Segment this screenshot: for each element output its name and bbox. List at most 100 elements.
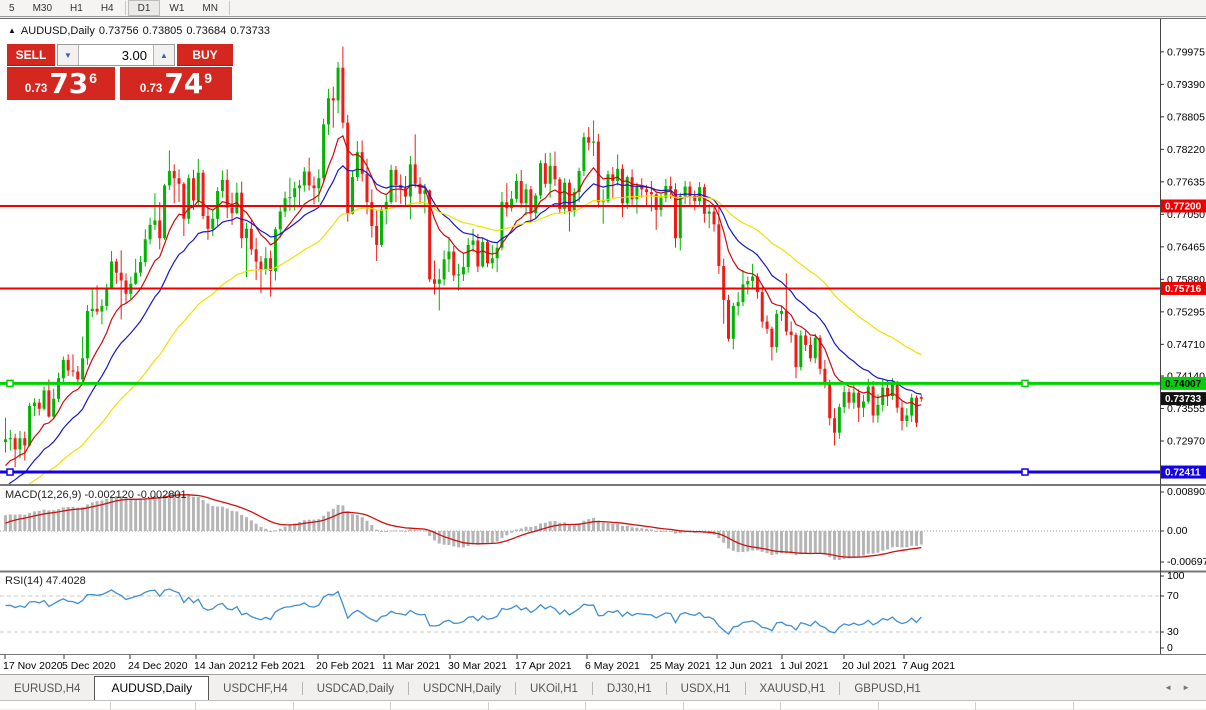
macd-signal-line [5,494,922,558]
svg-text:25 May 2021: 25 May 2021 [650,660,711,672]
svg-text:0.72970: 0.72970 [1167,436,1205,448]
chart-tab-bar: EURUSD,H4 AUDUSD,Daily USDCHF,H4 USDCAD,Dai… [0,674,1206,701]
svg-text:0.74007: 0.74007 [1165,379,1202,390]
toolbar-separator [228,1,230,15]
volume-decrease-button[interactable]: ▼ [58,45,79,65]
svg-text:0.72411: 0.72411 [1165,468,1201,479]
volume-increase-button[interactable]: ▲ [153,45,174,65]
svg-text:0: 0 [1167,642,1173,654]
chart-tab-dj30-h1[interactable]: DJ30,H1 [593,679,666,700]
chart-symbol-label: AUDUSD,Daily [20,25,95,37]
line-handle[interactable] [1021,468,1029,476]
svg-text:0.00: 0.00 [1167,525,1188,537]
time-axis[interactable]: 17 Nov 2020 5 Dec 2020 24 Dec 2020 14 Jan 2… [3,655,955,672]
rsi-indicator-label: RSI(14) 47.4028 [5,575,86,587]
sell-price-prefix: 0.73 [24,83,48,95]
timeframe-button-MN[interactable]: MN [193,0,227,16]
svg-text:0.78220: 0.78220 [1167,144,1205,156]
macd-indicator-label: MACD(12,26,9) -0.002120 -0.002801 [5,489,187,501]
timeframe-button-D1[interactable]: D1 [127,0,161,16]
buy-price-pip-digit: 9 [204,70,213,86]
svg-text:14 Jan 2021: 14 Jan 2021 [194,660,252,672]
chart-window: ▲ AUDUSD,Daily 0.73756 0.73805 0.73684 0.7373… [0,18,1206,674]
svg-text:0.008903: 0.008903 [1167,486,1206,498]
sell-price-big-digits: 73 [49,67,89,100]
line-handle[interactable] [6,379,14,388]
bottom-strip [0,700,1206,710]
chart-tab-audusd-daily[interactable]: AUDUSD,Daily [94,676,210,701]
rsi-indicator [0,588,1160,636]
price-chart-svg: 0.799750.793900.788050.782200.776350.770… [0,19,1206,672]
ma-line-10 [5,134,922,467]
ma-line-45 [28,195,922,484]
timeframe-button-H1[interactable]: H1 [61,0,92,16]
ohlc-high: 0.73805 [142,25,183,37]
chart-tab-gbpusd-h1[interactable]: GBPUSD,H1 [840,679,934,700]
macd-indicator [0,492,1160,560]
volume-input[interactable]: 3.00 [79,45,153,65]
buy-price-display[interactable]: 0.73 74 9 [120,67,232,100]
svg-text:11 Mar 2021: 11 Mar 2021 [382,660,440,672]
sell-button[interactable]: SELL [7,44,55,66]
ohlc-open: 0.73756 [98,25,139,37]
chart-tab-eurusd-h4[interactable]: EURUSD,H4 [0,679,94,700]
svg-text:0.77200: 0.77200 [1165,202,1202,213]
horizontal-line-objects[interactable] [0,205,1160,476]
chart-tab-usdcad-daily[interactable]: USDCAD,Daily [303,679,408,700]
chart-tab-usdchf-h4[interactable]: USDCHF,H4 [209,679,302,700]
ma-line-20 [8,164,922,484]
toolbar-separator [124,1,126,15]
chart-tab-xauusd-h1[interactable]: XAUUSD,H1 [746,679,840,700]
svg-text:12 Jun 2021: 12 Jun 2021 [715,660,773,672]
svg-text:1 Jul 2021: 1 Jul 2021 [780,660,829,672]
svg-text:0.73733: 0.73733 [1165,394,1202,405]
svg-text:0.79390: 0.79390 [1167,79,1205,91]
svg-text:0.74710: 0.74710 [1167,339,1205,351]
svg-text:0.76465: 0.76465 [1167,241,1205,253]
one-click-trading-panel: SELL ▼ 3.00 ▲ BUY 0.73 73 6 0.73 74 9 [7,44,233,100]
timeframe-button-H4[interactable]: H4 [92,0,123,16]
svg-text:70: 70 [1167,590,1179,602]
svg-text:0.77635: 0.77635 [1167,176,1205,188]
svg-text:0.75716: 0.75716 [1165,284,1202,295]
chart-tab-usdx-h1[interactable]: USDX,H1 [667,679,745,700]
svg-text:2 Feb 2021: 2 Feb 2021 [252,660,305,672]
ohlc-low: 0.73684 [186,25,227,37]
timeframe-button-W1[interactable]: W1 [160,0,193,16]
svg-text:7 Aug 2021: 7 Aug 2021 [902,660,955,672]
collapse-triangle-icon[interactable]: ▲ [8,26,16,35]
timeframe-button-5[interactable]: 5 [0,0,24,16]
buy-button[interactable]: BUY [177,44,233,66]
volume-spinner: ▼ 3.00 ▲ [57,44,175,66]
svg-text:30: 30 [1167,626,1179,638]
buy-price-big-digits: 74 [164,67,204,100]
svg-text:0.78805: 0.78805 [1167,111,1205,123]
svg-text:30 Mar 2021: 30 Mar 2021 [448,660,507,672]
line-handle[interactable] [6,468,14,476]
svg-text:20 Jul 2021: 20 Jul 2021 [842,660,896,672]
moving-average-lines [5,134,922,484]
buy-price-prefix: 0.73 [139,83,163,95]
svg-text:24 Dec 2020: 24 Dec 2020 [128,660,188,672]
svg-text:20 Feb 2021: 20 Feb 2021 [316,660,375,672]
timeframe-button-M30[interactable]: M30 [24,0,61,16]
svg-text:5 Dec 2020: 5 Dec 2020 [62,660,116,672]
price-axis[interactable]: 0.799750.793900.788050.782200.776350.770… [1160,46,1206,654]
svg-text:6 May 2021: 6 May 2021 [585,660,640,672]
candlestick-series [4,46,923,468]
chart-tab-ukoil-h1[interactable]: UKOil,H1 [516,679,592,700]
svg-text:-0.00697: -0.00697 [1167,556,1206,568]
chart-tab-usdcnh-daily[interactable]: USDCNH,Daily [409,679,515,700]
svg-text:0.75295: 0.75295 [1167,306,1205,318]
line-handle[interactable] [1021,379,1029,388]
ohlc-close: 0.73733 [230,25,270,37]
timeframe-toolbar: 5 M30 H1 H4 D1 W1 MN [0,0,1206,17]
sell-price-pip-digit: 6 [89,70,98,86]
chart-title: ▲ AUDUSD,Daily 0.73756 0.73805 0.73684 0.7373… [8,25,270,37]
tab-scroll-arrows[interactable]: ◄► [1164,683,1200,692]
chart-frame [0,19,1206,655]
sell-price-display[interactable]: 0.73 73 6 [7,67,115,100]
svg-text:17 Nov 2020: 17 Nov 2020 [3,660,63,672]
svg-text:0.79975: 0.79975 [1167,46,1205,58]
svg-text:17 Apr 2021: 17 Apr 2021 [515,660,572,672]
